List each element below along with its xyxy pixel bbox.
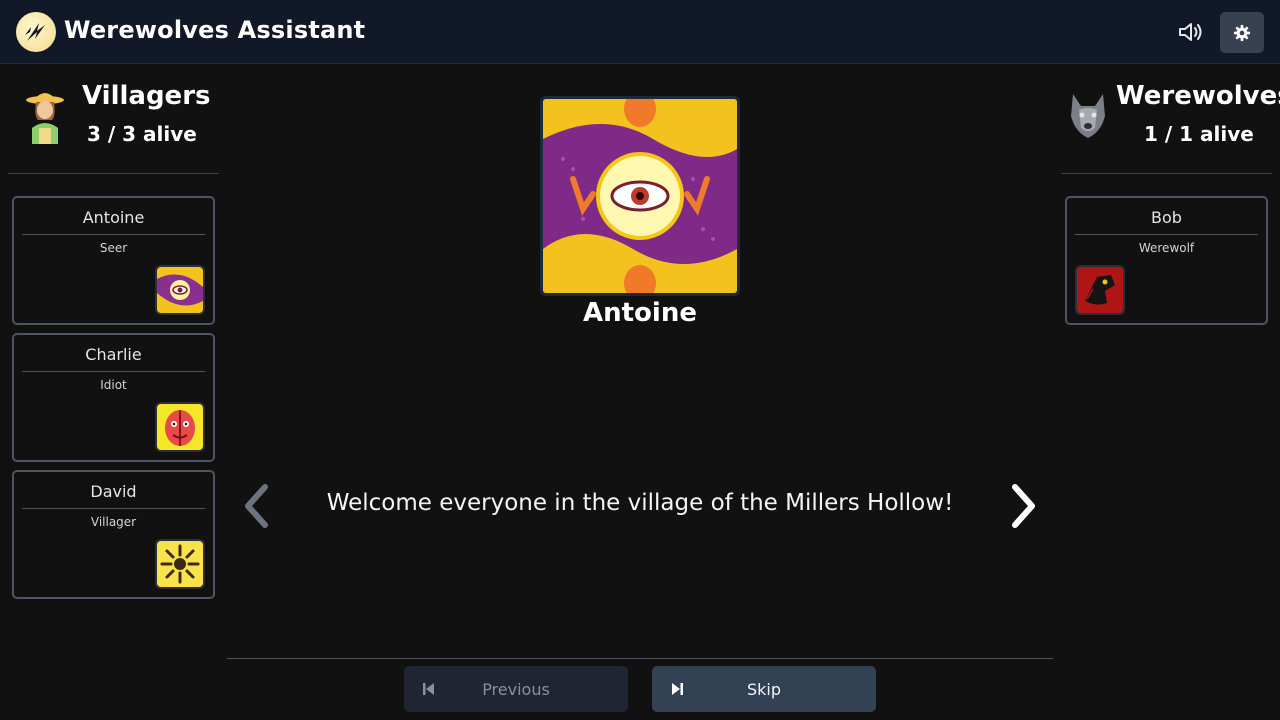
speaker-icon[interactable] bbox=[1176, 18, 1206, 46]
villagers-alive-count: 3 / 3 alive bbox=[87, 122, 197, 146]
player-card-david[interactable]: David Villager bbox=[12, 470, 215, 599]
current-player-name: Antoine bbox=[583, 298, 697, 328]
player-role: Villager bbox=[90, 515, 137, 529]
gear-icon bbox=[1233, 24, 1251, 41]
app-title: Werewolves Assistant bbox=[64, 16, 366, 44]
werewolves-header: Werewolves 1 / 1 alive bbox=[1061, 64, 1280, 174]
idiot-face-icon bbox=[155, 402, 205, 452]
divider bbox=[1075, 234, 1258, 235]
villagers-panel: Villagers 3 / 3 alive Antoine Seer Charl… bbox=[8, 64, 219, 599]
villager-avatar-icon bbox=[24, 88, 66, 144]
player-role: Idiot bbox=[100, 378, 127, 392]
divider bbox=[22, 508, 205, 509]
player-name: David bbox=[90, 482, 137, 501]
player-name: Charlie bbox=[85, 345, 142, 364]
top-bar: Werewolves Assistant bbox=[0, 0, 1280, 64]
werewolf-logo-icon bbox=[16, 12, 56, 52]
skip-label: Skip bbox=[746, 679, 782, 699]
current-role-card bbox=[540, 96, 740, 296]
divider bbox=[22, 234, 205, 235]
werewolf-icon bbox=[1075, 265, 1125, 315]
player-name: Bob bbox=[1151, 208, 1182, 227]
villagers-title: Villagers bbox=[82, 81, 211, 111]
skip-forward-icon bbox=[672, 683, 683, 695]
divider bbox=[22, 371, 205, 372]
settings-button[interactable] bbox=[1220, 12, 1264, 53]
player-role: Werewolf bbox=[1138, 241, 1195, 255]
player-name: Antoine bbox=[82, 208, 145, 227]
player-card-bob[interactable]: Bob Werewolf bbox=[1065, 196, 1268, 325]
villager-icon bbox=[155, 539, 205, 589]
player-card-antoine[interactable]: Antoine Seer bbox=[12, 196, 215, 325]
footer-divider bbox=[227, 658, 1053, 659]
narration-text: Welcome everyone in the village of the M… bbox=[326, 490, 954, 516]
villagers-header: Villagers 3 / 3 alive bbox=[8, 64, 219, 174]
player-card-charlie[interactable]: Charlie Idiot bbox=[12, 333, 215, 462]
seer-eye-icon bbox=[155, 265, 205, 315]
previous-button[interactable]: Previous bbox=[404, 666, 628, 712]
werewolves-title: Werewolves bbox=[1116, 81, 1280, 111]
chevron-right-icon[interactable] bbox=[1006, 483, 1042, 529]
werewolf-avatar-icon bbox=[1067, 88, 1109, 144]
previous-label: Previous bbox=[482, 679, 550, 699]
skip-button[interactable]: Skip bbox=[652, 666, 876, 712]
werewolves-panel: Werewolves 1 / 1 alive Bob Werewolf bbox=[1061, 64, 1280, 325]
player-role: Seer bbox=[99, 241, 128, 255]
werewolves-alive-count: 1 / 1 alive bbox=[1144, 122, 1254, 146]
chevron-left-icon[interactable] bbox=[238, 483, 274, 529]
skip-back-icon bbox=[423, 683, 434, 695]
